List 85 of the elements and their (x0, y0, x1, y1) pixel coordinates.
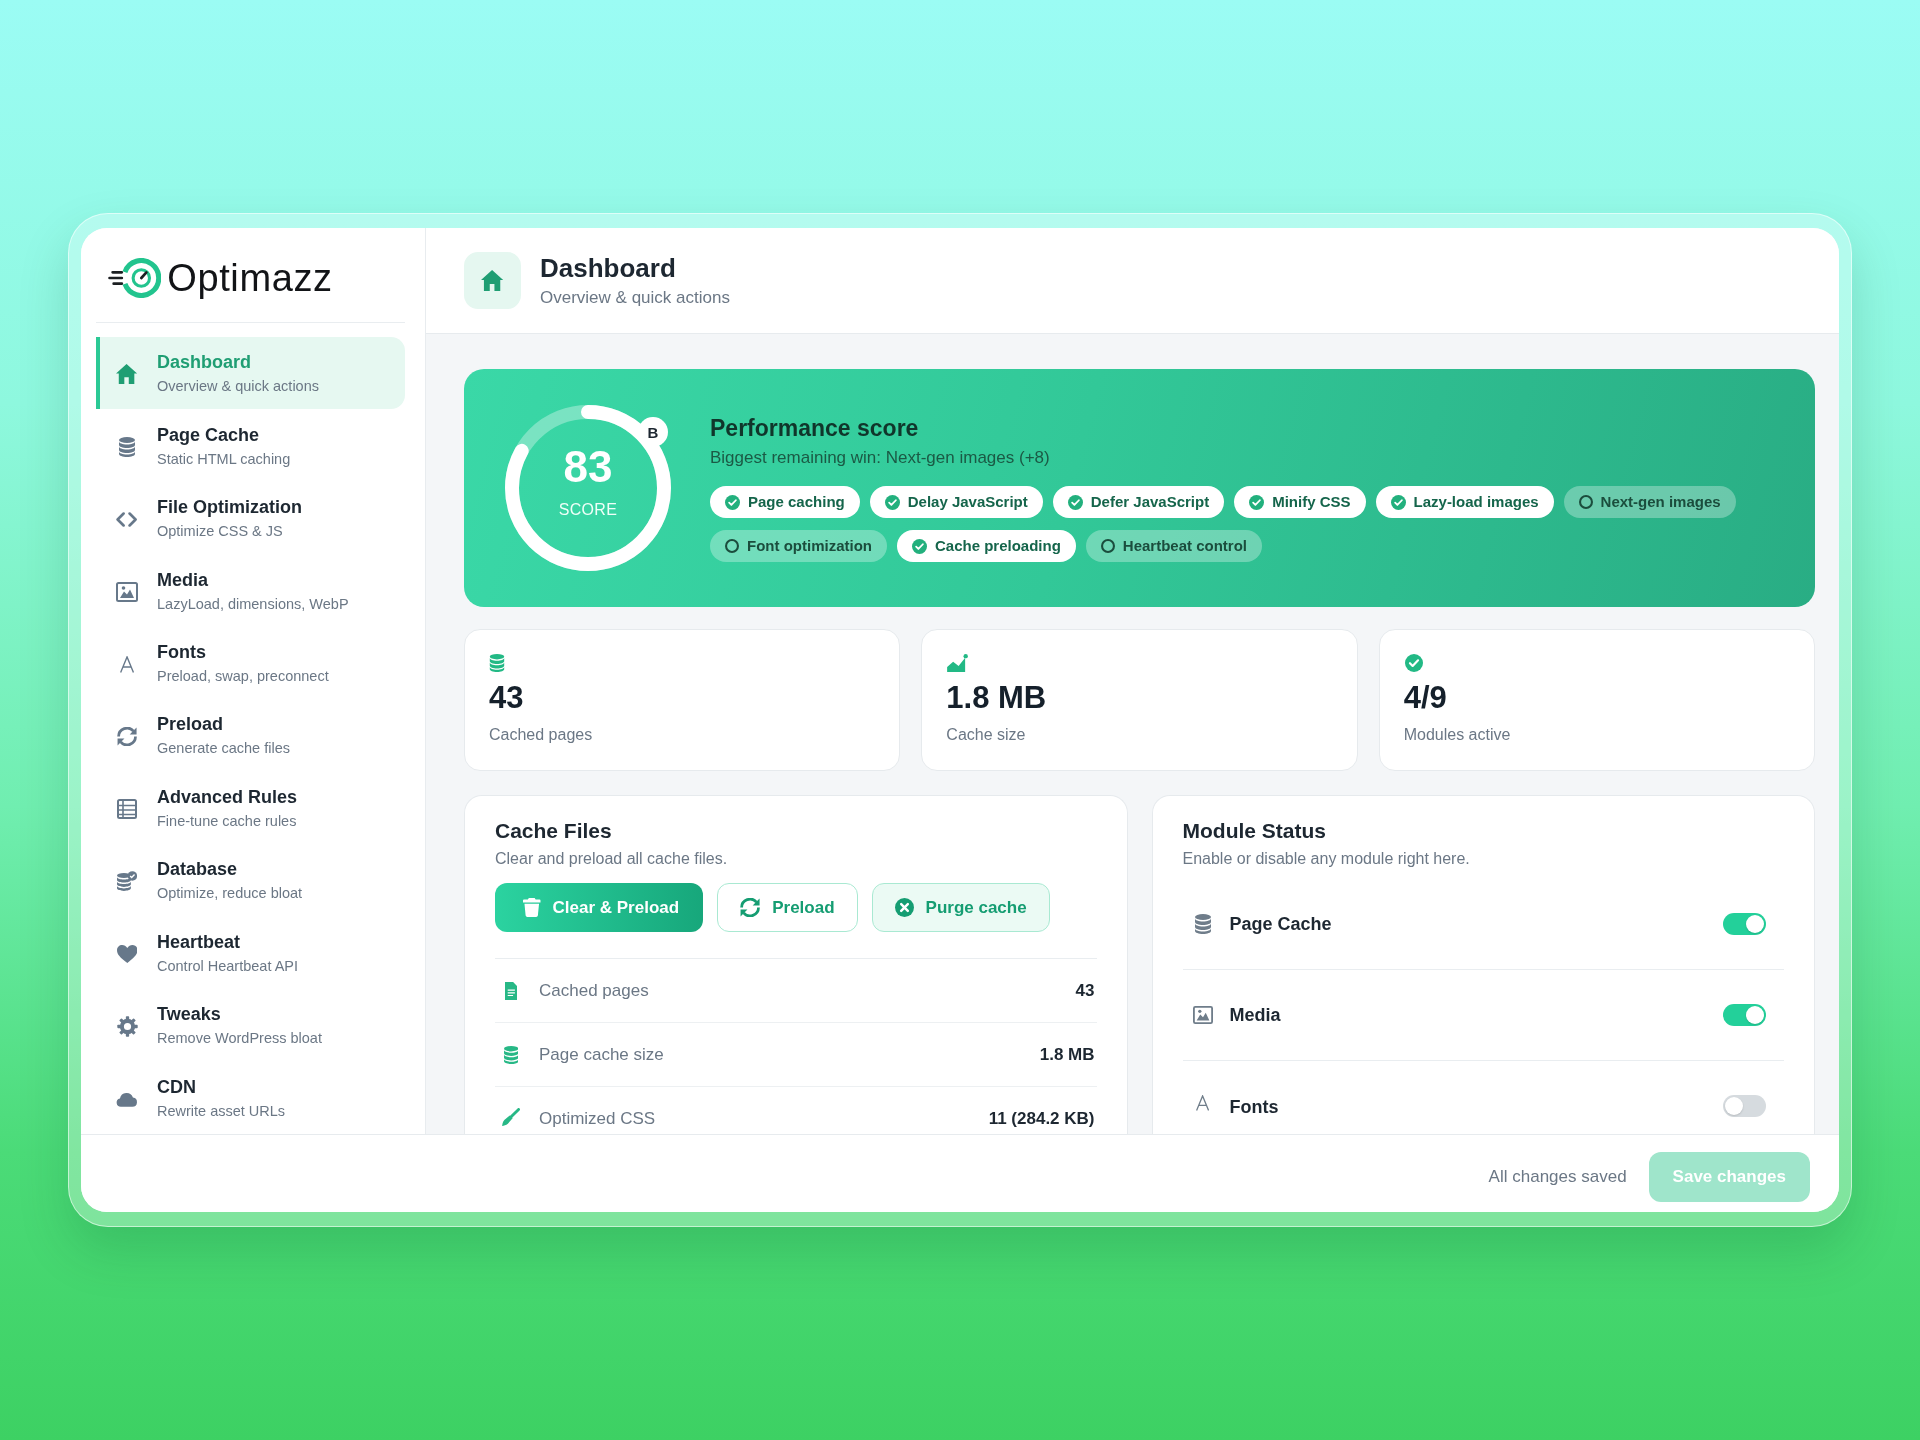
refresh-icon (116, 727, 138, 746)
stat-value: 1.8 MB (946, 680, 1047, 716)
table-icon (117, 798, 137, 819)
logo-text: Optimazz (167, 256, 333, 300)
circle-icon (725, 539, 739, 553)
row-label: Page cache size (539, 1043, 665, 1066)
stat-value: 4/9 (1403, 680, 1447, 716)
stat-label: Cached pages (489, 725, 593, 745)
home-icon (464, 252, 521, 309)
heart-icon (116, 944, 138, 963)
toggle-switch[interactable] (1723, 1004, 1766, 1026)
gauge-logo-icon (108, 258, 162, 298)
row-value: 1.8 MB (1039, 1043, 1095, 1066)
stat-label: Cache size (946, 725, 1026, 745)
check-circle-icon (1403, 654, 1424, 672)
image-icon (1192, 1005, 1213, 1025)
sidebar-item[interactable]: Preload Generate cache files (96, 699, 405, 772)
trash-icon (523, 898, 541, 917)
check-name: Next-gen images (1600, 493, 1721, 511)
database-icon (503, 1045, 519, 1064)
row-label: Cached pages (539, 979, 650, 1002)
area-chart-icon (946, 654, 970, 672)
check-name: Minify CSS (1272, 493, 1351, 511)
row-value: 11 (284.2 KB) (988, 1108, 1095, 1130)
module-name: Media (1229, 1004, 1282, 1027)
score-label: SCORE (558, 501, 618, 519)
sidebar-item[interactable]: CDN Rewrite asset URLs (96, 1061, 405, 1134)
sidebar-item[interactable]: File Optimization Optimize CSS & JS (96, 481, 405, 555)
grade-badge: B (638, 417, 668, 447)
document-icon (504, 981, 518, 1000)
database-icon (1194, 914, 1211, 934)
card-subtitle: Clear and preload all cache files. (495, 849, 729, 869)
sidebar-item[interactable]: Page Cache Static HTML caching (96, 409, 405, 482)
check-circle-icon (1390, 494, 1406, 510)
database-icon (119, 436, 135, 457)
sidebar-item[interactable]: Database Optimize, reduce bloat (96, 844, 405, 917)
card-title: Cache Files (495, 818, 613, 844)
check-name: Heartbeat control (1122, 537, 1248, 555)
score-subtitle: Biggest remaining win: Next-gen images (+8) (710, 447, 1051, 469)
stat-value: 43 (489, 680, 524, 716)
close-circle-icon (894, 898, 914, 917)
card-subtitle: Enable or disable any module right here. (1182, 849, 1471, 869)
sidebar-item[interactable]: Media LazyLoad, dimensions, WebP (96, 554, 405, 627)
circle-icon (1578, 495, 1593, 509)
sidebar-item[interactable]: Dashboard Overview & quick actions (96, 337, 405, 410)
code-icon (116, 511, 138, 527)
sidebar-item[interactable]: Heartbeat Control Heartbeat API (96, 916, 405, 990)
stat-label: Modules active (1403, 725, 1511, 745)
row-label: Optimized CSS (539, 1108, 657, 1130)
font-icon (119, 655, 135, 673)
gear-icon (116, 1015, 138, 1037)
module-name: Page Cache (1229, 913, 1333, 936)
font-icon (1195, 1095, 1210, 1111)
check-name: Font optimization (747, 537, 872, 555)
check-circle-icon (884, 494, 900, 510)
score-title: Performance score (710, 414, 920, 442)
check-circle-icon (912, 538, 927, 554)
cloud-icon (116, 1090, 138, 1107)
sidebar-item[interactable]: Fonts Preload, swap, preconnect (96, 626, 405, 700)
home-icon (116, 364, 138, 385)
check-circle-icon (1249, 494, 1265, 510)
brush-icon (502, 1108, 520, 1126)
refresh-icon (740, 898, 761, 917)
check-name: Delay JavaScript (907, 493, 1028, 511)
sidebar-item[interactable]: Advanced Rules Fine-tune cache rules (96, 771, 405, 845)
check-name: Defer JavaScript (1090, 493, 1210, 511)
module-name: Fonts (1229, 1096, 1280, 1119)
database-icon (489, 654, 505, 672)
check-circle-icon (1067, 494, 1083, 510)
page-title: Dashboard (540, 252, 677, 284)
image-icon (116, 581, 138, 602)
check-name: Page caching (748, 493, 845, 511)
page-subtitle: Overview & quick actions (540, 286, 730, 309)
save-status: All changes saved (1488, 1165, 1627, 1188)
row-value: 43 (1075, 979, 1095, 1002)
toggle-switch[interactable] (1723, 913, 1766, 935)
check-name: Cache preloading (935, 537, 1061, 555)
circle-icon (1100, 539, 1115, 553)
check-name: Lazy-load images (1413, 493, 1539, 511)
sidebar-item[interactable]: Tweaks Remove WordPress bloat (96, 989, 405, 1062)
check-circle-icon (725, 494, 740, 510)
toggle-switch[interactable] (1723, 1095, 1766, 1117)
score-value: 83 (563, 445, 613, 489)
database-check-icon (116, 871, 138, 892)
card-title: Module Status (1182, 818, 1327, 844)
